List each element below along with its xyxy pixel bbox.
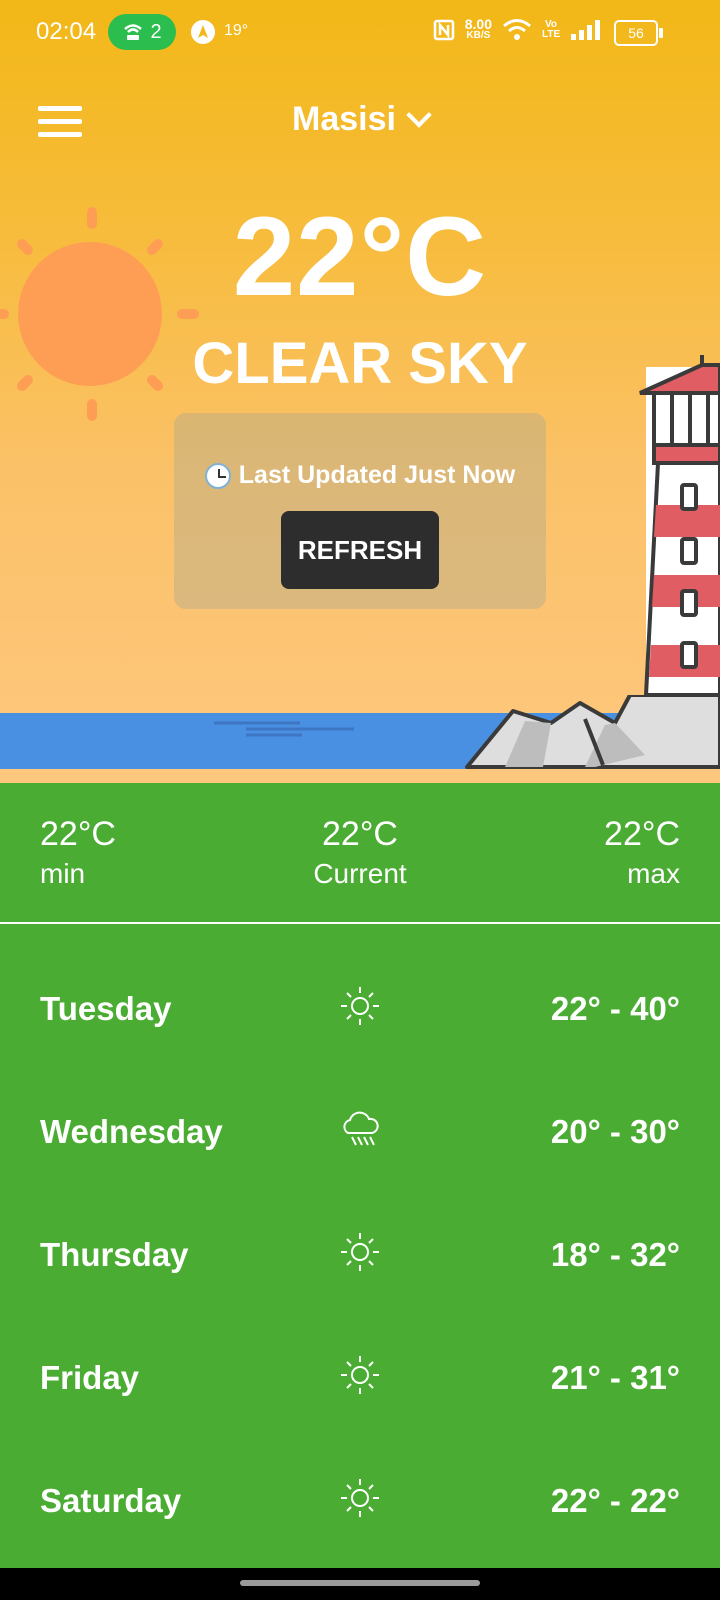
city-selector-row: Masisi [0, 100, 720, 139]
signal-icon [571, 20, 600, 40]
status-temperature: 19° [224, 22, 249, 39]
rocks-illustration [465, 695, 720, 769]
forecast-day: Thursday [40, 1236, 189, 1273]
navigation-app-icon [191, 20, 215, 44]
min-temperature: 22°C min [40, 815, 116, 889]
city-name: Masisi [292, 100, 396, 138]
battery-indicator: 56 [614, 20, 663, 46]
forecast-range: 21° - 31° [550, 1359, 680, 1396]
status-bar: 02:04 2 19° 8.00 KB/S Vo LTE 56 [0, 0, 720, 64]
forecast-day: Saturday [40, 1482, 182, 1519]
temperature-summary: 22°C min 22°C Current 22°C max [0, 783, 720, 923]
forecast-day: Wednesday [40, 1113, 223, 1150]
forecast-list: Tuesday 22° - 40° Wednesday 20° - 30° Th… [0, 924, 720, 1568]
wifi-icon [503, 19, 531, 40]
forecast-row: Saturday 22° - 22° [0, 1464, 720, 1534]
refresh-button[interactable]: REFRESH [281, 511, 439, 589]
forecast-range: 18° - 32° [550, 1236, 680, 1273]
weather-hero: 02:04 2 19° 8.00 KB/S Vo LTE 56 Masisi 2… [0, 0, 720, 783]
volte-indicator: Vo LTE [542, 19, 561, 40]
sun-icon [341, 1479, 379, 1517]
home-gesture-handle[interactable] [240, 1580, 480, 1586]
rain-cloud-icon [343, 1111, 379, 1146]
hotspot-count: 2 [150, 20, 162, 43]
forecast-row: Wednesday 20° - 30° [0, 1095, 720, 1165]
shore-band [0, 769, 720, 783]
last-updated-row: Last Updated Just Now [174, 461, 546, 490]
hotspot-icon [124, 24, 143, 40]
clock-icon [204, 462, 231, 489]
max-temperature: 22°C max [604, 815, 680, 889]
forecast-row: Tuesday 22° - 40° [0, 972, 720, 1042]
sea-lines-decoration [214, 721, 354, 737]
system-navigation-bar [0, 1568, 720, 1600]
current-temperature: 22°C [232, 194, 488, 319]
forecast-day: Tuesday [40, 990, 172, 1027]
city-selector[interactable]: Masisi [292, 100, 432, 139]
hotspot-indicator: 2 [108, 14, 176, 50]
last-updated-text: Last Updated Just Now [238, 461, 516, 489]
network-speed: 8.00 KB/S [464, 16, 492, 41]
current-temperature-summary: 22°C Current [313, 815, 407, 889]
forecast-day: Friday [40, 1359, 140, 1396]
sun-icon [341, 987, 379, 1025]
forecast-row: Thursday 18° - 32° [0, 1218, 720, 1288]
forecast-range: 20° - 30° [550, 1113, 680, 1150]
sun-icon [341, 1356, 379, 1394]
forecast-range: 22° - 40° [550, 990, 680, 1027]
forecast-range: 22° - 22° [550, 1482, 680, 1519]
sun-icon [341, 1233, 379, 1271]
chevron-down-icon [406, 101, 432, 128]
last-updated-card: Last Updated Just Now REFRESH [174, 413, 546, 609]
status-time: 02:04 [36, 18, 97, 45]
nfc-icon [433, 19, 454, 41]
forecast-row: Friday 21° - 31° [0, 1341, 720, 1411]
